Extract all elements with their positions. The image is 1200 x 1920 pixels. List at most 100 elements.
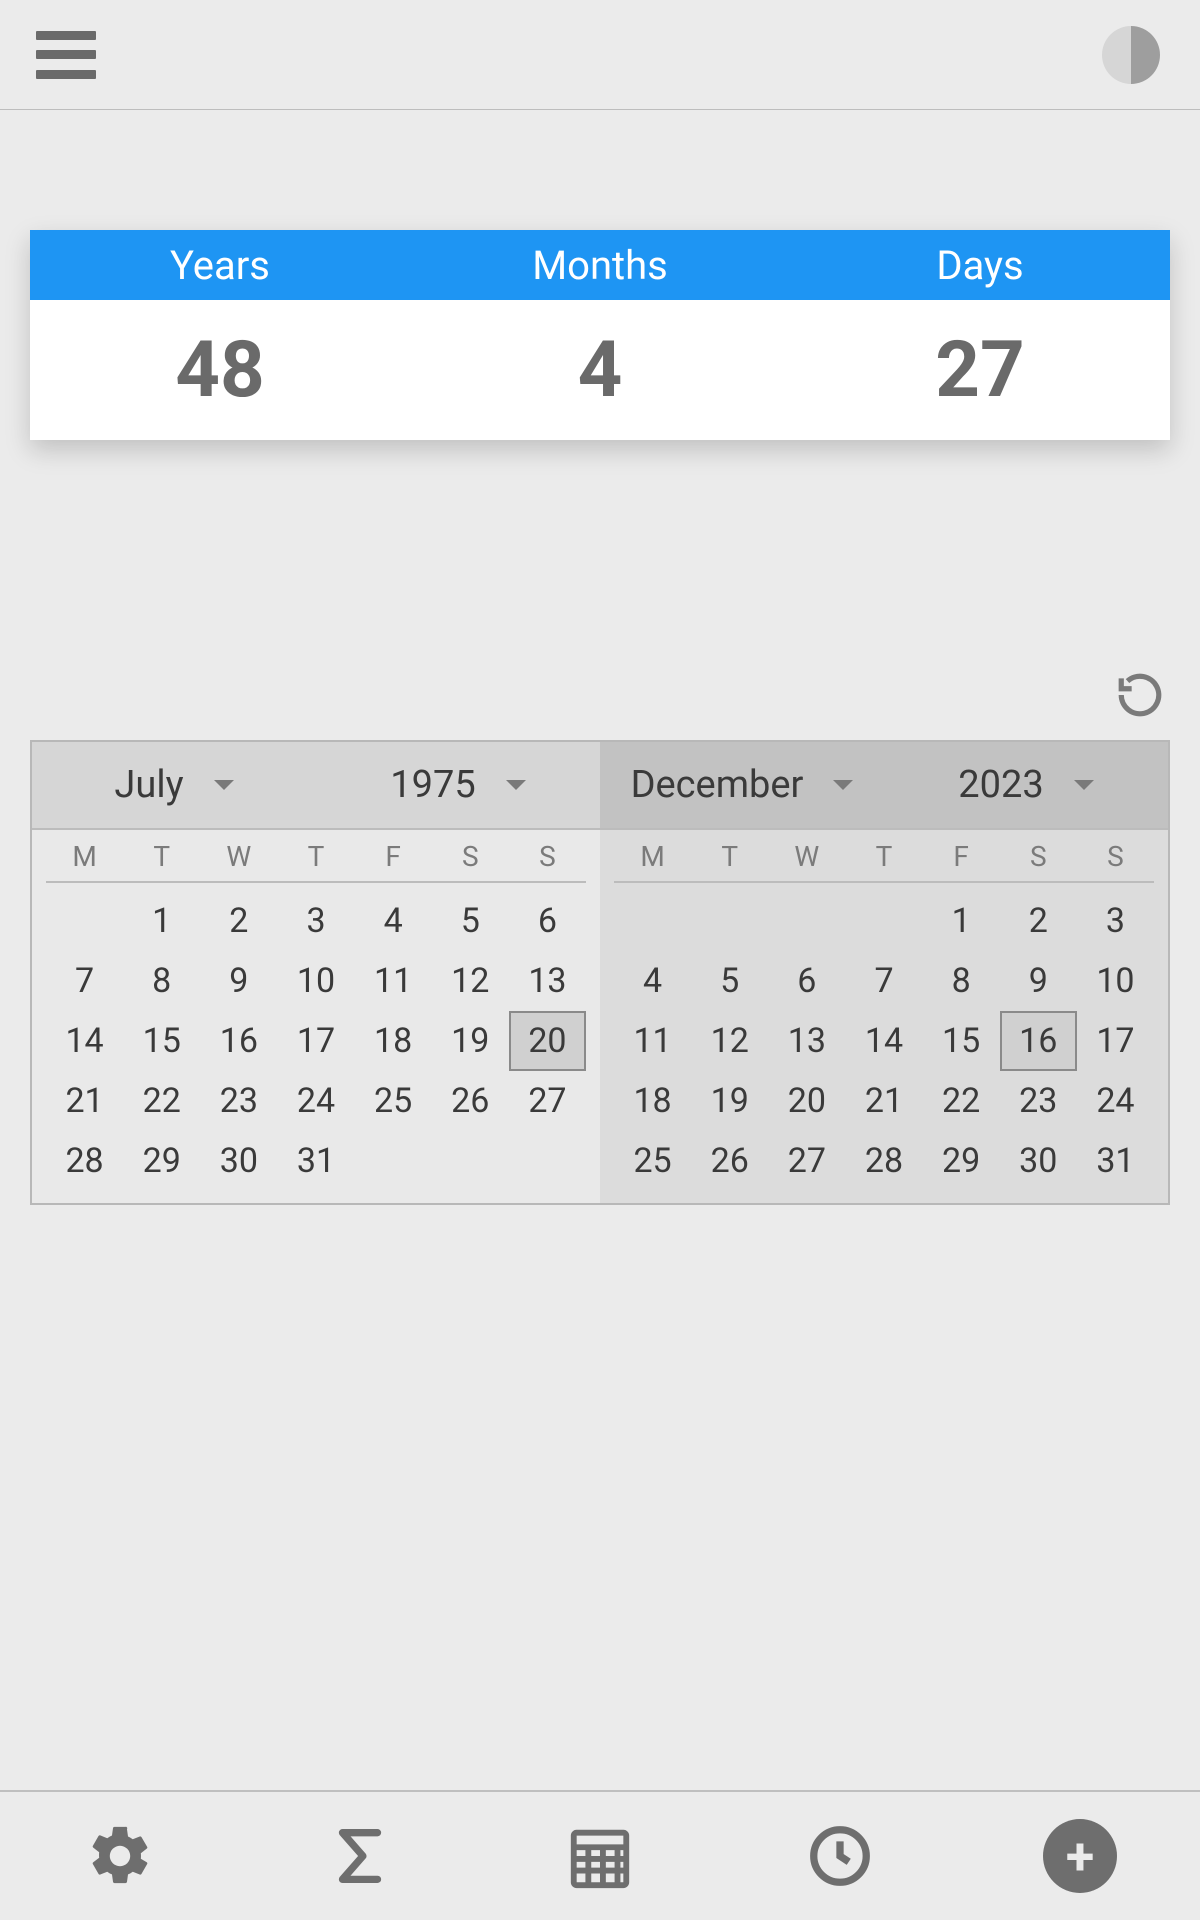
day-cell[interactable]: 2 (200, 891, 277, 951)
day-cell[interactable]: 3 (1077, 891, 1154, 951)
day-grid-left: 1234567891011121314151617181920212223242… (46, 891, 586, 1191)
sum-tab[interactable] (240, 1821, 480, 1891)
day-cell[interactable]: 8 (123, 951, 200, 1011)
day-cell[interactable]: 30 (1000, 1131, 1077, 1191)
day-cell[interactable]: 20 (509, 1011, 586, 1071)
month-select-right-label: December (631, 763, 804, 807)
day-cell[interactable]: 19 (432, 1011, 509, 1071)
day-cell[interactable]: 17 (1077, 1011, 1154, 1071)
day-cell[interactable]: 20 (768, 1071, 845, 1131)
result-label-days: Days (790, 242, 1170, 289)
dow-label: S (432, 840, 509, 873)
day-cell[interactable]: 13 (509, 951, 586, 1011)
menu-icon[interactable] (36, 31, 96, 79)
day-cell[interactable]: 9 (1000, 951, 1077, 1011)
month-select-right[interactable]: December (600, 742, 884, 828)
refresh-icon[interactable] (1115, 670, 1165, 720)
year-select-right-label: 2023 (958, 763, 1043, 807)
chevron-down-icon (506, 780, 526, 790)
day-cell[interactable]: 27 (768, 1131, 845, 1191)
day-cell[interactable]: 12 (691, 1011, 768, 1071)
day-cell[interactable]: 13 (768, 1011, 845, 1071)
add-tab[interactable]: + (960, 1819, 1200, 1893)
day-cell[interactable]: 12 (432, 951, 509, 1011)
dow-label: S (1000, 840, 1077, 873)
day-cell[interactable]: 31 (277, 1131, 354, 1191)
day-cell[interactable]: 7 (46, 951, 123, 1011)
dow-label: T (845, 840, 922, 873)
day-cell[interactable]: 16 (1000, 1011, 1077, 1071)
day-cell-empty (845, 891, 922, 951)
day-cell[interactable]: 22 (923, 1071, 1000, 1131)
day-cell[interactable]: 11 (614, 1011, 691, 1071)
calendar-tab[interactable] (480, 1821, 720, 1891)
day-cell[interactable]: 25 (355, 1071, 432, 1131)
day-cell[interactable]: 21 (845, 1071, 922, 1131)
day-cell[interactable]: 29 (123, 1131, 200, 1191)
settings-tab[interactable] (0, 1821, 240, 1891)
dow-label: M (614, 840, 691, 873)
dow-label: S (1077, 840, 1154, 873)
day-cell[interactable]: 3 (277, 891, 354, 951)
sigma-icon (325, 1821, 395, 1891)
day-cell[interactable]: 11 (355, 951, 432, 1011)
month-select-left[interactable]: July (32, 742, 316, 828)
result-value-days: 27 (790, 325, 1170, 416)
day-cell[interactable]: 2 (1000, 891, 1077, 951)
day-cell[interactable]: 22 (123, 1071, 200, 1131)
day-cell[interactable]: 18 (614, 1071, 691, 1131)
dow-label: T (277, 840, 354, 873)
dow-label: W (200, 840, 277, 873)
day-cell[interactable]: 15 (923, 1011, 1000, 1071)
day-cell[interactable]: 15 (123, 1011, 200, 1071)
day-cell[interactable]: 31 (1077, 1131, 1154, 1191)
day-cell[interactable]: 16 (200, 1011, 277, 1071)
day-cell-empty (691, 891, 768, 951)
day-cell[interactable]: 14 (845, 1011, 922, 1071)
year-select-left[interactable]: 1975 (316, 742, 600, 828)
day-cell[interactable]: 8 (923, 951, 1000, 1011)
day-cell[interactable]: 26 (432, 1071, 509, 1131)
day-cell[interactable]: 28 (845, 1131, 922, 1191)
day-cell[interactable]: 18 (355, 1011, 432, 1071)
result-card: Years Months Days 48 4 27 (30, 230, 1170, 440)
day-cell[interactable]: 26 (691, 1131, 768, 1191)
day-cell[interactable]: 5 (691, 951, 768, 1011)
day-cell[interactable]: 19 (691, 1071, 768, 1131)
day-cell[interactable]: 29 (923, 1131, 1000, 1191)
dow-label: W (768, 840, 845, 873)
dow-label: M (46, 840, 123, 873)
day-cell[interactable]: 1 (123, 891, 200, 951)
calendar-right: December 2023 MTWTFSS 123456789101112131… (600, 742, 1168, 1203)
day-cell[interactable]: 28 (46, 1131, 123, 1191)
day-cell[interactable]: 4 (355, 891, 432, 951)
day-cell[interactable]: 23 (200, 1071, 277, 1131)
day-cell[interactable]: 27 (509, 1071, 586, 1131)
day-cell[interactable]: 30 (200, 1131, 277, 1191)
day-cell[interactable]: 1 (923, 891, 1000, 951)
day-cell[interactable]: 14 (46, 1011, 123, 1071)
day-cell[interactable]: 6 (509, 891, 586, 951)
day-cell[interactable]: 24 (277, 1071, 354, 1131)
day-cell[interactable]: 17 (277, 1011, 354, 1071)
theme-toggle-icon[interactable] (1102, 26, 1160, 84)
year-select-right[interactable]: 2023 (884, 742, 1168, 828)
plus-icon: + (1043, 1819, 1117, 1893)
day-cell[interactable]: 7 (845, 951, 922, 1011)
day-cell[interactable]: 24 (1077, 1071, 1154, 1131)
day-cell[interactable]: 9 (200, 951, 277, 1011)
day-cell[interactable]: 21 (46, 1071, 123, 1131)
day-cell[interactable]: 5 (432, 891, 509, 951)
day-cell[interactable]: 4 (614, 951, 691, 1011)
day-cell[interactable]: 23 (1000, 1071, 1077, 1131)
result-value-years: 48 (30, 325, 410, 416)
day-cell-empty (614, 891, 691, 951)
day-cell[interactable]: 10 (1077, 951, 1154, 1011)
day-cell[interactable]: 10 (277, 951, 354, 1011)
calendar-icon (565, 1821, 635, 1891)
day-cell[interactable]: 6 (768, 951, 845, 1011)
dow-label: F (923, 840, 1000, 873)
clock-tab[interactable] (720, 1821, 960, 1891)
day-cell[interactable]: 25 (614, 1131, 691, 1191)
day-cell-empty (46, 891, 123, 951)
